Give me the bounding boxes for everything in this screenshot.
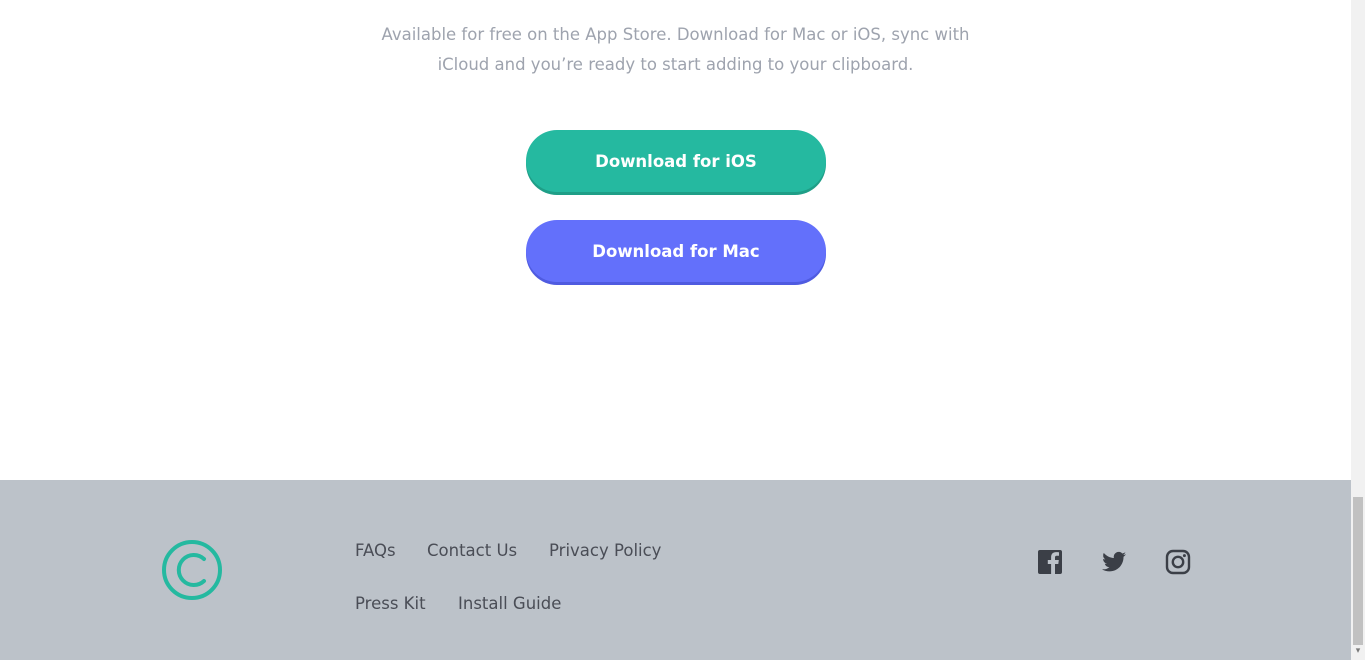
download-ios-button[interactable]: Download for iOS xyxy=(526,130,826,192)
scroll-down-arrow-icon[interactable]: ▾ xyxy=(1353,646,1363,656)
intro-text: Available for free on the App Store. Dow… xyxy=(0,20,1351,80)
download-mac-label: Download for Mac xyxy=(592,241,760,261)
intro-line-1: Available for free on the App Store. Dow… xyxy=(381,25,970,44)
footer-link-privacy-policy[interactable]: Privacy Policy xyxy=(549,541,661,560)
instagram-icon[interactable] xyxy=(1164,548,1192,576)
clipboard-logo-icon[interactable] xyxy=(161,539,223,601)
scrollbar-thumb[interactable] xyxy=(1353,497,1363,645)
footer-link-faqs[interactable]: FAQs xyxy=(355,541,396,560)
twitter-icon[interactable] xyxy=(1100,548,1128,576)
intro-line-2: iCloud and you’re ready to start adding … xyxy=(437,55,914,74)
download-ios-label: Download for iOS xyxy=(595,151,757,171)
page: Available for free on the App Store. Dow… xyxy=(0,0,1351,660)
footer-link-install-guide[interactable]: Install Guide xyxy=(458,594,561,613)
footer-link-press-kit[interactable]: Press Kit xyxy=(355,594,426,613)
facebook-icon[interactable] xyxy=(1036,548,1064,576)
download-mac-button[interactable]: Download for Mac xyxy=(526,220,826,282)
page-scrollbar[interactable]: ▾ xyxy=(1351,0,1365,660)
footer: FAQs Contact Us Privacy Policy Press Kit… xyxy=(0,480,1351,660)
footer-link-contact-us[interactable]: Contact Us xyxy=(427,541,517,560)
